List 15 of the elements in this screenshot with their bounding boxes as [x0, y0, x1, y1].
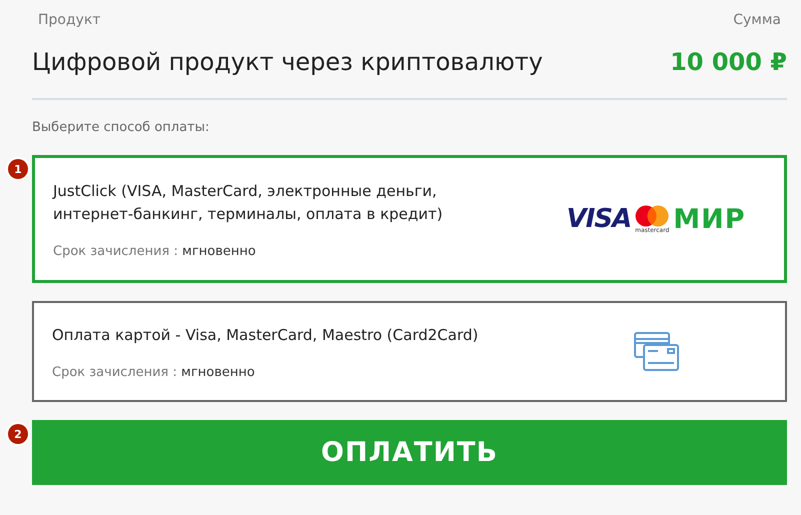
payment-option[interactable]: Оплата картой - Visa, MasterCard, Maestro (Card2Card) Срок зачисления : мгновенно [32, 301, 787, 402]
mir-logo: МИР [673, 204, 746, 234]
product-name: Цифровой продукт через криптовалюту [32, 48, 543, 76]
amount-label: Сумма [733, 12, 781, 28]
visa-logo: VISA [566, 204, 632, 234]
payment-prompt: Выберите способ оплаты: [32, 120, 210, 135]
step-badge: 1 [8, 159, 28, 179]
step-badge: 2 [8, 424, 28, 444]
amount: 10 000 ₽ [670, 48, 787, 76]
option-title: Оплата картой - Visa, MasterCard, Maestro (Card2Card) [52, 324, 480, 346]
option-title: JustClick (VISA, MasterCard, электронные деньги, интернет-банкинг, терминалы, оплата в кредит) [53, 180, 444, 224]
term-text: Срок зачисления : мгновенно [53, 244, 257, 258]
term-text: Срок зачисления : мгновенно [52, 364, 256, 380]
credit-cards-icon [634, 332, 680, 372]
product-label: Продукт [38, 12, 101, 28]
